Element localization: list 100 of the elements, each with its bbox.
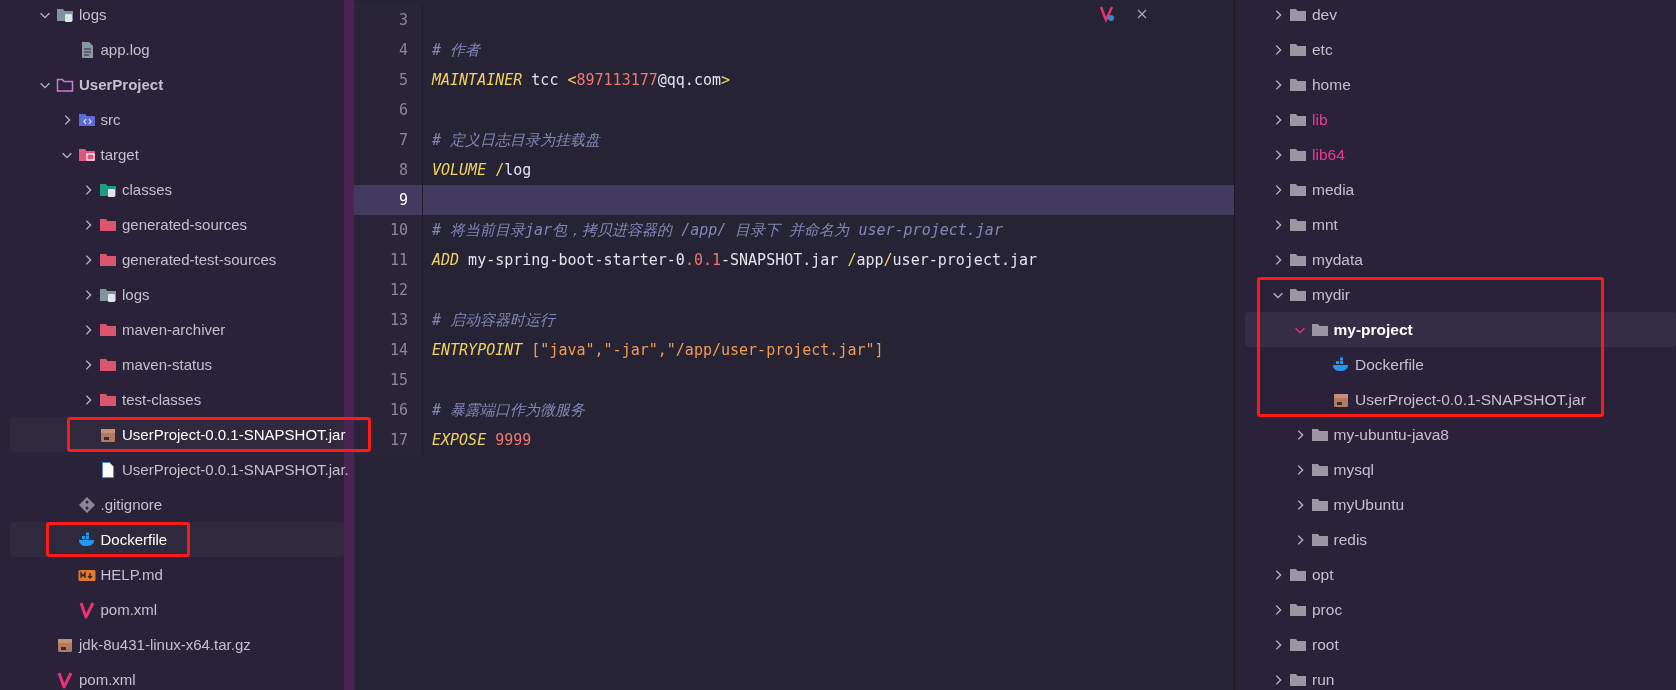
tree-row[interactable]: logs <box>10 0 344 32</box>
file-name: etc <box>1312 40 1333 59</box>
file-name: lib <box>1312 110 1328 129</box>
file-name: proc <box>1312 600 1343 619</box>
code-line: ENTRYPOINT ["java","-jar","/app/user-project.jar"] <box>431 341 884 359</box>
tree-row[interactable]: home <box>1245 67 1676 102</box>
file-name: UserProject-0.0.1-SNAPSHOT.jar <box>122 426 346 443</box>
file-name: logs <box>79 6 107 23</box>
close-icon[interactable] <box>1136 8 1148 20</box>
tree-row[interactable]: mydir <box>1245 277 1676 312</box>
line-number: 4 <box>354 35 423 65</box>
tree-row[interactable]: generated-test-sources <box>10 242 344 277</box>
tree-row[interactable]: classes <box>10 172 344 207</box>
tree-row[interactable]: redis <box>1245 522 1676 557</box>
line-number: 13 <box>354 305 423 335</box>
tree-row[interactable]: target <box>10 137 344 172</box>
tree-row[interactable]: generated-sources <box>10 207 344 242</box>
tree-row[interactable]: src <box>10 102 344 137</box>
line-number: 16 <box>354 395 423 425</box>
code-line: # 作者 <box>431 40 481 60</box>
tree-row[interactable]: proc <box>1245 592 1676 627</box>
tree-row[interactable]: mnt <box>1245 207 1676 242</box>
file-name: opt <box>1312 565 1334 584</box>
git-icon <box>77 495 96 514</box>
selected-tree-row[interactable]: my-project <box>1245 312 1676 347</box>
file-name: logs <box>122 286 150 303</box>
tree-row[interactable]: lib <box>1245 102 1676 137</box>
tree-row[interactable]: etc <box>1245 32 1676 67</box>
code-line: MAINTAINER tcc <897113177@qq.com> <box>430 71 731 89</box>
file-name: UserProject <box>79 76 164 93</box>
file-name: home <box>1312 75 1351 94</box>
file-name: mysql <box>1333 460 1374 479</box>
file-name: pom.xml <box>79 671 136 688</box>
tree-row[interactable]: test-classes <box>10 382 344 417</box>
tree-row[interactable]: opt <box>1245 557 1676 592</box>
tree-row[interactable]: lib64 <box>1245 137 1676 172</box>
code-line: # 将当前目录jar包，拷贝进容器的 /app/ 目录下 并命名为 user-project.jar <box>431 220 1003 240</box>
code-line: VOLUME /log <box>431 161 532 179</box>
code-line: # 暴露端口作为微服务 <box>431 400 586 420</box>
file-name: my-project <box>1333 320 1413 339</box>
tree-row[interactable]: pom.xml <box>10 592 344 627</box>
v-logo-icon <box>77 600 96 619</box>
file-name: run <box>1312 670 1335 689</box>
tree-row[interactable]: pom.xml <box>10 662 344 690</box>
file-name: generated-test-sources <box>122 251 277 268</box>
file-name: root <box>1312 635 1339 654</box>
file-name: src <box>100 111 121 128</box>
file-name: generated-sources <box>122 216 248 233</box>
tree-row[interactable]: app.log <box>10 32 344 67</box>
tree-row[interactable]: myUbuntu <box>1245 487 1676 522</box>
file-name: lib64 <box>1312 145 1345 164</box>
file-name: maven-archiver <box>122 321 226 338</box>
tree-row[interactable]: jdk-8u431-linux-x64.tar.gz <box>10 627 344 662</box>
whale-icon <box>77 530 96 549</box>
file-name: mydata <box>1312 250 1363 269</box>
file-name: HELP.md <box>100 566 163 583</box>
file-name: dev <box>1312 5 1337 24</box>
tree-row[interactable]: logs <box>10 277 344 312</box>
file-name: Dockerfile <box>100 531 168 548</box>
file-name: Dockerfile <box>1355 355 1424 374</box>
file-name: media <box>1312 180 1355 199</box>
line-number: 3 <box>354 5 423 35</box>
tree-row[interactable]: Dockerfile <box>1245 347 1676 382</box>
line-number: 7 <box>354 125 423 155</box>
tree-row[interactable]: UserProject-0.0.1-SNAPSHOT.jar <box>1245 382 1676 417</box>
file-name: .gitignore <box>100 496 163 513</box>
line-number: 11 <box>354 245 423 275</box>
tree-row[interactable]: media <box>1245 172 1676 207</box>
file-name: UserProject-0.0.1-SNAPSHOT.jar. <box>122 461 349 478</box>
line-number: 10 <box>354 215 423 245</box>
file-name: target <box>100 146 139 163</box>
tree-row[interactable]: mydata <box>1245 242 1676 277</box>
line-number: 5 <box>354 65 423 95</box>
tree-row[interactable]: UserProject <box>10 67 344 102</box>
file-name: mnt <box>1312 215 1338 234</box>
file-name: pom.xml <box>100 601 158 618</box>
v-logo-icon[interactable] <box>1098 5 1116 23</box>
tree-row[interactable]: root <box>1245 627 1676 662</box>
tree-row[interactable]: my-ubuntu-java8 <box>1245 417 1676 452</box>
tree-row[interactable]: .gitignore <box>10 487 344 522</box>
line-number: 12 <box>354 275 423 305</box>
file-name: test-classes <box>122 391 202 408</box>
file-name: UserProject-0.0.1-SNAPSHOT.jar <box>1355 390 1586 409</box>
file-name: myUbuntu <box>1333 495 1405 514</box>
code-line: ADD my-spring-boot-starter-0.0.1-SNAPSHOT.jar /app/user-project.jar <box>430 251 1038 269</box>
tree-row[interactable]: maven-status <box>10 347 344 382</box>
file-name: jdk-8u431-linux-x64.tar.gz <box>79 636 251 653</box>
tree-row[interactable]: maven-archiver <box>10 312 344 347</box>
code-line: # 定义日志目录为挂载盘 <box>431 130 601 150</box>
line-number: 17 <box>354 425 423 455</box>
tree-row[interactable]: dev <box>1245 0 1676 32</box>
file-name: mydir <box>1312 285 1350 304</box>
code-line: EXPOSE 9999 <box>431 431 532 449</box>
v-logo-icon <box>56 670 74 689</box>
line-number: 6 <box>354 95 423 125</box>
tree-row[interactable]: run <box>1245 662 1676 690</box>
tree-row[interactable]: mysql <box>1245 452 1676 487</box>
whale-icon <box>1332 355 1350 374</box>
file-name: my-ubuntu-java8 <box>1333 425 1449 444</box>
tree-row[interactable]: HELP.md <box>10 557 344 592</box>
